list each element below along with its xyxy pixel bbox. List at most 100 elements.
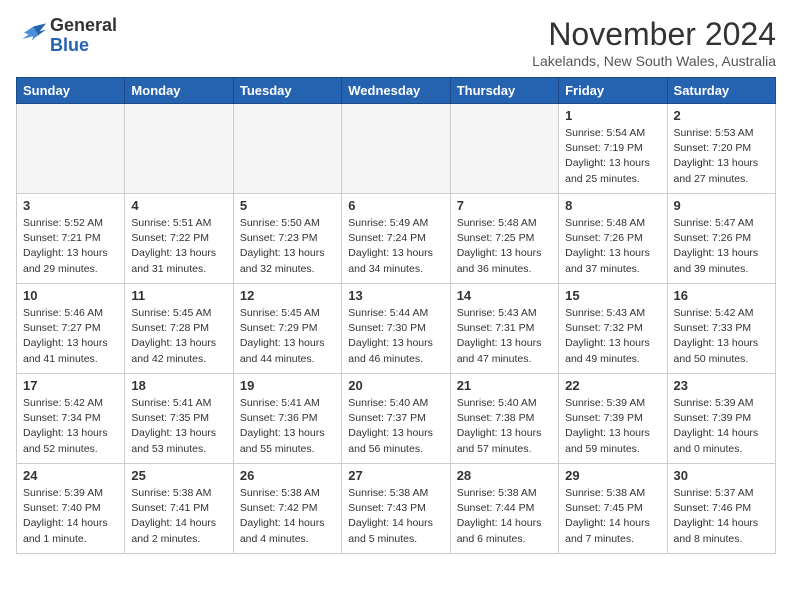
weekday-header-sunday: Sunday	[17, 78, 125, 104]
calendar-cell: 11 Sunrise: 5:45 AMSunset: 7:28 PMDayligh…	[125, 284, 233, 374]
day-number: 22	[565, 378, 660, 393]
day-info: Sunrise: 5:45 AMSunset: 7:28 PMDaylight:…	[131, 306, 226, 367]
calendar-week-1: 1 Sunrise: 5:54 AMSunset: 7:19 PMDaylight…	[17, 104, 776, 194]
day-info: Sunrise: 5:53 AMSunset: 7:20 PMDaylight:…	[674, 126, 769, 187]
calendar-cell: 26 Sunrise: 5:38 AMSunset: 7:42 PMDayligh…	[233, 464, 341, 554]
day-number: 9	[674, 198, 769, 213]
calendar-cell: 18 Sunrise: 5:41 AMSunset: 7:35 PMDayligh…	[125, 374, 233, 464]
day-number: 5	[240, 198, 335, 213]
calendar-cell: 23 Sunrise: 5:39 AMSunset: 7:39 PMDayligh…	[667, 374, 775, 464]
day-number: 2	[674, 108, 769, 123]
day-number: 18	[131, 378, 226, 393]
logo-text: General Blue	[50, 16, 117, 56]
day-info: Sunrise: 5:49 AMSunset: 7:24 PMDaylight:…	[348, 216, 443, 277]
calendar-week-5: 24 Sunrise: 5:39 AMSunset: 7:40 PMDayligh…	[17, 464, 776, 554]
page-header: General Blue November 2024 Lakelands, Ne…	[16, 16, 776, 69]
calendar-cell: 28Sunrise: 5:38 AMSunset: 7:44 PMDayligh…	[450, 464, 558, 554]
day-number: 4	[131, 198, 226, 213]
logo-bird-icon	[16, 22, 46, 50]
weekday-header-tuesday: Tuesday	[233, 78, 341, 104]
calendar-cell: 20 Sunrise: 5:40 AMSunset: 7:37 PMDayligh…	[342, 374, 450, 464]
day-number: 7	[457, 198, 552, 213]
calendar-cell: 29 Sunrise: 5:38 AMSunset: 7:45 PMDayligh…	[559, 464, 667, 554]
day-number: 28	[457, 468, 552, 483]
day-number: 27	[348, 468, 443, 483]
day-number: 8	[565, 198, 660, 213]
calendar-cell	[233, 104, 341, 194]
calendar-week-2: 3Sunrise: 5:52 AMSunset: 7:21 PMDaylight…	[17, 194, 776, 284]
day-info: Sunrise: 5:39 AMSunset: 7:40 PMDaylight:…	[23, 486, 118, 547]
month-title: November 2024	[532, 16, 776, 53]
day-info: Sunrise: 5:39 AMSunset: 7:39 PMDaylight:…	[674, 396, 769, 457]
day-info: Sunrise: 5:37 AMSunset: 7:46 PMDaylight:…	[674, 486, 769, 547]
day-number: 25	[131, 468, 226, 483]
day-number: 13	[348, 288, 443, 303]
day-number: 10	[23, 288, 118, 303]
day-info: Sunrise: 5:38 AMSunset: 7:43 PMDaylight:…	[348, 486, 443, 547]
day-info: Sunrise: 5:38 AMSunset: 7:45 PMDaylight:…	[565, 486, 660, 547]
day-number: 30	[674, 468, 769, 483]
calendar-table: SundayMondayTuesdayWednesdayThursdayFrid…	[16, 77, 776, 554]
calendar-cell: 24 Sunrise: 5:39 AMSunset: 7:40 PMDayligh…	[17, 464, 125, 554]
day-number: 3	[23, 198, 118, 213]
calendar-cell: 16Sunrise: 5:42 AMSunset: 7:33 PMDayligh…	[667, 284, 775, 374]
day-info: Sunrise: 5:40 AMSunset: 7:37 PMDaylight:…	[348, 396, 443, 457]
calendar-cell: 22 Sunrise: 5:39 AMSunset: 7:39 PMDayligh…	[559, 374, 667, 464]
day-info: Sunrise: 5:40 AMSunset: 7:38 PMDaylight:…	[457, 396, 552, 457]
calendar-cell: 8 Sunrise: 5:48 AMSunset: 7:26 PMDaylight…	[559, 194, 667, 284]
calendar-cell: 25 Sunrise: 5:38 AMSunset: 7:41 PMDayligh…	[125, 464, 233, 554]
calendar-cell	[450, 104, 558, 194]
title-block: November 2024 Lakelands, New South Wales…	[532, 16, 776, 69]
day-number: 26	[240, 468, 335, 483]
day-info: Sunrise: 5:51 AMSunset: 7:22 PMDaylight:…	[131, 216, 226, 277]
day-info: Sunrise: 5:50 AMSunset: 7:23 PMDaylight:…	[240, 216, 335, 277]
calendar-cell: 3Sunrise: 5:52 AMSunset: 7:21 PMDaylight…	[17, 194, 125, 284]
day-number: 20	[348, 378, 443, 393]
day-number: 12	[240, 288, 335, 303]
calendar-cell: 5 Sunrise: 5:50 AMSunset: 7:23 PMDaylight…	[233, 194, 341, 284]
calendar-cell: 12 Sunrise: 5:45 AMSunset: 7:29 PMDayligh…	[233, 284, 341, 374]
day-info: Sunrise: 5:43 AMSunset: 7:31 PMDaylight:…	[457, 306, 552, 367]
day-info: Sunrise: 5:43 AMSunset: 7:32 PMDaylight:…	[565, 306, 660, 367]
day-number: 15	[565, 288, 660, 303]
calendar-cell	[342, 104, 450, 194]
weekday-header-row: SundayMondayTuesdayWednesdayThursdayFrid…	[17, 78, 776, 104]
day-number: 29	[565, 468, 660, 483]
day-info: Sunrise: 5:44 AMSunset: 7:30 PMDaylight:…	[348, 306, 443, 367]
day-info: Sunrise: 5:48 AMSunset: 7:26 PMDaylight:…	[565, 216, 660, 277]
day-info: Sunrise: 5:38 AMSunset: 7:42 PMDaylight:…	[240, 486, 335, 547]
calendar-cell: 2 Sunrise: 5:53 AMSunset: 7:20 PMDaylight…	[667, 104, 775, 194]
calendar-cell: 19Sunrise: 5:41 AMSunset: 7:36 PMDayligh…	[233, 374, 341, 464]
day-info: Sunrise: 5:48 AMSunset: 7:25 PMDaylight:…	[457, 216, 552, 277]
day-info: Sunrise: 5:38 AMSunset: 7:41 PMDaylight:…	[131, 486, 226, 547]
day-number: 24	[23, 468, 118, 483]
day-number: 21	[457, 378, 552, 393]
day-number: 1	[565, 108, 660, 123]
calendar-week-3: 10 Sunrise: 5:46 AMSunset: 7:27 PMDayligh…	[17, 284, 776, 374]
calendar-cell: 30 Sunrise: 5:37 AMSunset: 7:46 PMDayligh…	[667, 464, 775, 554]
day-number: 23	[674, 378, 769, 393]
calendar-cell: 4 Sunrise: 5:51 AMSunset: 7:22 PMDaylight…	[125, 194, 233, 284]
calendar-cell	[125, 104, 233, 194]
day-info: Sunrise: 5:39 AMSunset: 7:39 PMDaylight:…	[565, 396, 660, 457]
day-info: Sunrise: 5:42 AMSunset: 7:34 PMDaylight:…	[23, 396, 118, 457]
day-info: Sunrise: 5:54 AMSunset: 7:19 PMDaylight:…	[565, 126, 660, 187]
day-info: Sunrise: 5:45 AMSunset: 7:29 PMDaylight:…	[240, 306, 335, 367]
weekday-header-wednesday: Wednesday	[342, 78, 450, 104]
day-info: Sunrise: 5:46 AMSunset: 7:27 PMDaylight:…	[23, 306, 118, 367]
calendar-cell: 17 Sunrise: 5:42 AMSunset: 7:34 PMDayligh…	[17, 374, 125, 464]
day-number: 11	[131, 288, 226, 303]
day-number: 17	[23, 378, 118, 393]
calendar-cell: 13 Sunrise: 5:44 AMSunset: 7:30 PMDayligh…	[342, 284, 450, 374]
calendar-cell: 27 Sunrise: 5:38 AMSunset: 7:43 PMDayligh…	[342, 464, 450, 554]
weekday-header-saturday: Saturday	[667, 78, 775, 104]
day-number: 14	[457, 288, 552, 303]
weekday-header-friday: Friday	[559, 78, 667, 104]
calendar-cell: 7 Sunrise: 5:48 AMSunset: 7:25 PMDaylight…	[450, 194, 558, 284]
day-info: Sunrise: 5:41 AMSunset: 7:35 PMDaylight:…	[131, 396, 226, 457]
calendar-cell: 14 Sunrise: 5:43 AMSunset: 7:31 PMDayligh…	[450, 284, 558, 374]
calendar-cell: 6Sunrise: 5:49 AMSunset: 7:24 PMDaylight…	[342, 194, 450, 284]
weekday-header-monday: Monday	[125, 78, 233, 104]
calendar-cell: 9Sunrise: 5:47 AMSunset: 7:26 PMDaylight…	[667, 194, 775, 284]
calendar-cell: 21 Sunrise: 5:40 AMSunset: 7:38 PMDayligh…	[450, 374, 558, 464]
